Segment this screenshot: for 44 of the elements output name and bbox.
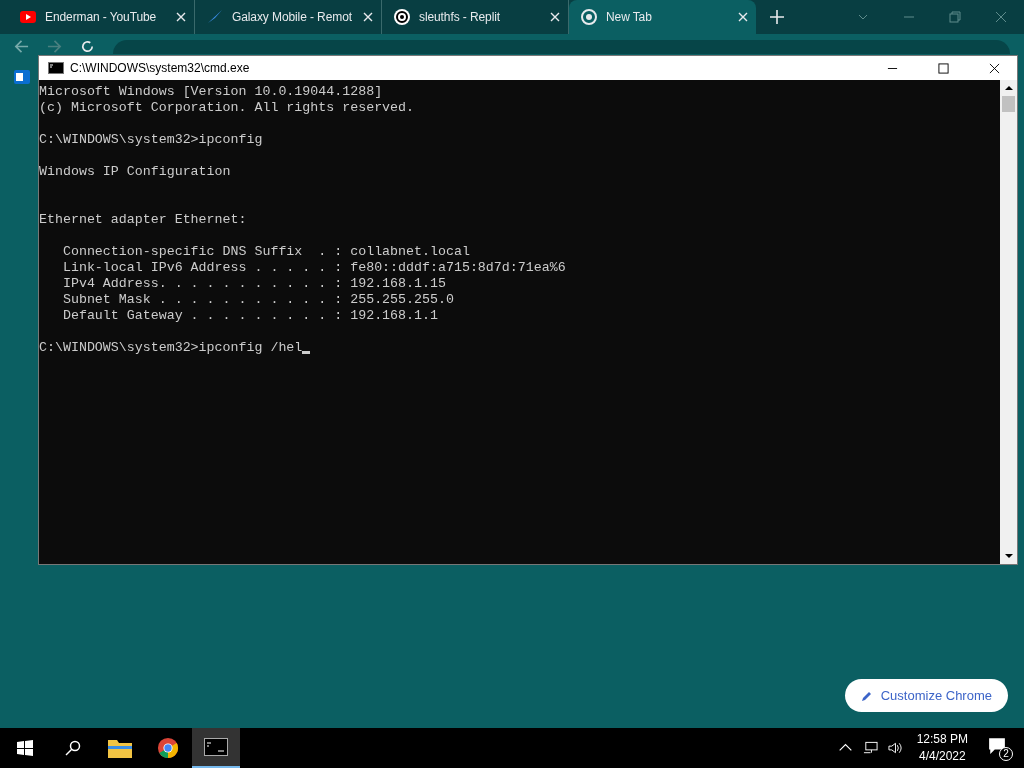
reload-icon[interactable] — [80, 39, 95, 54]
console-line: C:\WINDOWS\system32>ipconfig /hel — [39, 340, 303, 356]
chrome-icon — [581, 9, 597, 25]
clock-date[interactable]: 4/4/2022 — [918, 748, 966, 765]
console-line: Ethernet adapter Ethernet: — [39, 212, 247, 228]
network-icon[interactable] — [862, 741, 878, 755]
search-icon[interactable] — [65, 740, 81, 756]
spiral-icon — [394, 9, 410, 25]
speaker-icon[interactable] — [887, 741, 903, 755]
console-line: (c) Microsoft Corporation. All rights reserved. — [39, 100, 415, 116]
pencil-icon — [860, 689, 873, 702]
terminal-icon — [48, 62, 64, 74]
browser-tab[interactable]: Galaxy Mobile - Remot — [195, 0, 382, 34]
console-line: Subnet Mask . . . . . . . . . . . : 255.255.255.0 — [61, 292, 454, 308]
youtube-icon — [20, 9, 36, 25]
console-line: Link-local IPv6 Address . . . . . : fe80::dddf:a715:8d7d:71ea%6 — [61, 260, 566, 276]
browser-tab[interactable]: sleuthfs - Replit — [382, 0, 569, 34]
back-icon[interactable] — [14, 39, 29, 54]
scrollbar[interactable] — [1000, 80, 1017, 564]
notification-button[interactable]: 2 — [988, 737, 1010, 759]
new-tab-icon[interactable] — [770, 10, 784, 24]
window-title: C:\WINDOWS\system32\cmd.exe — [70, 61, 250, 75]
browser-tab[interactable]: New Tab — [569, 0, 756, 34]
taskbar-app[interactable] — [192, 728, 240, 768]
folder-icon — [108, 737, 132, 759]
windows-start-icon[interactable] — [17, 740, 33, 756]
console-line: Windows IP Configuration — [39, 164, 231, 180]
console-line: Default Gateway . . . . . . . . . : 192.168.1.1 — [61, 308, 438, 324]
notification-count: 2 — [999, 747, 1013, 761]
mail-icon[interactable] — [14, 68, 30, 85]
maximize-icon[interactable] — [938, 62, 949, 74]
scrollbar-thumb[interactable] — [1002, 96, 1015, 112]
close-icon[interactable] — [989, 62, 1000, 74]
up-arrow-icon[interactable] — [1004, 85, 1013, 91]
terminal-icon — [204, 736, 228, 758]
console-line: Connection-specific DNS Suffix . : collabnet.local — [61, 244, 470, 260]
console-line: IPv4 Address. . . . . . . . . . . : 192.168.1.15 — [61, 276, 446, 292]
clock-time[interactable]: 12:58 PM — [916, 731, 968, 748]
chrome-icon — [156, 737, 180, 759]
browser-tab[interactable]: Enderman - YouTube — [8, 0, 195, 34]
customize-chrome-button[interactable]: Customize Chrome — [844, 679, 1008, 712]
down-arrow-icon[interactable] — [1004, 553, 1013, 559]
console-line: C:\WINDOWS\system32>ipconfig — [39, 132, 263, 148]
console-line: Microsoft Windows [Version 10.0.19044.1288] — [39, 84, 383, 100]
